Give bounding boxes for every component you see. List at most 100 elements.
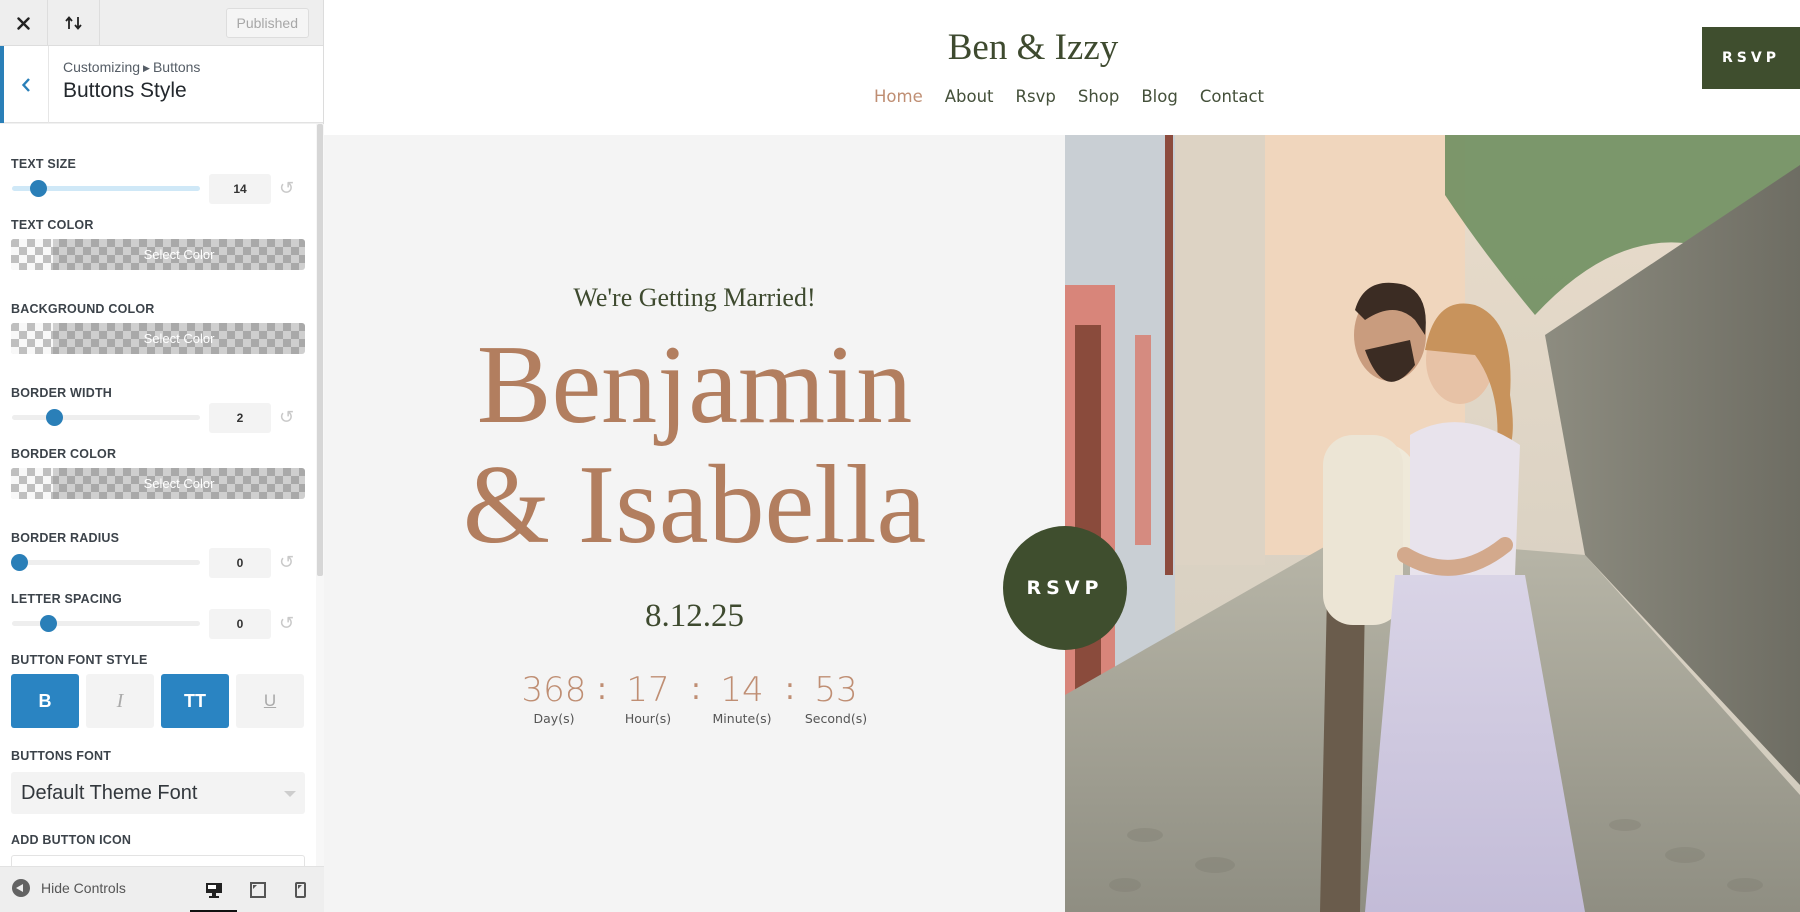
buttons-font-value: Default Theme Font [21,782,198,804]
letter-spacing-label: Letter Spacing [11,592,122,606]
customizer-footer: Hide Controls [0,866,324,912]
font-style-buttons: B I TT U [11,674,306,728]
border-radius-control: Border Radius 0 ↺ [11,531,306,578]
caret-right-icon: ▶ [143,63,150,73]
published-button[interactable]: Published [225,8,309,38]
nav-blog[interactable]: Blog [1141,87,1177,106]
border-width-slider-handle[interactable] [46,409,63,426]
text-size-control: Text Size 14 ↺ [11,157,306,204]
collapse-arrow-icon [12,879,30,897]
countdown-minutes-label: Minute(s) [712,711,772,726]
text-color-label: Text Color [11,218,94,232]
chevron-down-icon [284,791,296,797]
nav-rsvp[interactable]: Rsvp [1016,87,1056,106]
border-width-input[interactable]: 2 [209,403,271,433]
border-radius-input[interactable]: 0 [209,548,271,578]
header-rsvp-button[interactable]: RSVP [1702,27,1800,89]
device-tablet-button[interactable] [238,875,278,905]
text-color-select-button[interactable]: Select Color [11,239,305,270]
nav-home[interactable]: Home [874,87,923,106]
add-button-icon-control: Add Button Icon [11,833,306,868]
breadcrumb-root: Customizing [63,59,141,75]
countdown-seconds: 53 Second(s) [789,670,883,726]
uppercase-toggle[interactable]: TT [161,674,229,728]
hero-photo [1065,135,1800,912]
countdown-hours-label: Hour(s) [624,711,672,726]
border-radius-track[interactable] [12,560,200,565]
border-width-track[interactable] [12,415,200,420]
background-color-label: Background Color [11,302,155,316]
letter-spacing-input[interactable]: 0 [209,609,271,639]
wedding-date: 8.12.25 [645,598,744,634]
hero-text-panel: We're Getting Married! Benjamin & Isabel… [324,135,1065,912]
site-title[interactable]: Ben & Izzy [324,26,1742,69]
select-color-text: Select Color [143,247,215,262]
border-radius-slider-handle[interactable] [11,554,28,571]
border-radius-slider-row: 0 ↺ [11,548,306,578]
customizer-topbar: Published [0,0,323,46]
hide-controls-button[interactable]: Hide Controls [12,879,126,897]
section-titles: Customizing ▶ Buttons Buttons Style [49,46,200,122]
chevron-left-icon [21,77,30,92]
countdown-days: 368 Day(s) : [507,670,607,726]
hero-name-line-1: Benjamin [476,323,913,447]
nav-shop[interactable]: Shop [1078,87,1120,106]
letter-spacing-slider-handle[interactable] [40,615,57,632]
breadcrumb-parent: Buttons [152,59,201,75]
buttons-font-select[interactable]: Default Theme Font [11,772,305,814]
customizer-sidebar: Published Customizing ▶ Buttons Buttons St… [0,0,324,912]
controls-panel: Text Size 14 ↺ Text Color Select Color B… [0,124,316,868]
countdown-minutes-value: 14 [720,670,764,710]
font-style-control: Button Font Style B I TT U [11,653,306,728]
hero-tagline: We're Getting Married! [573,283,816,312]
border-width-reset-icon[interactable]: ↺ [279,407,294,428]
countdown-days-label: Day(s) [533,711,575,726]
nav-about[interactable]: About [945,87,994,106]
back-button[interactable] [0,46,49,123]
customizer-app: Published Customizing ▶ Buttons Buttons St… [0,0,1800,912]
scrollbar-thumb[interactable] [317,124,323,576]
letter-spacing-reset-icon[interactable]: ↺ [279,613,294,634]
text-size-input[interactable]: 14 [209,174,271,204]
text-size-label: Text Size [11,157,77,171]
text-color-control: Text Color Select Color [11,218,306,270]
site-header: Ben & Izzy Home About Rsvp Shop Blog Con… [324,0,1800,135]
device-mobile-button[interactable] [280,875,320,905]
hero-rsvp-circle-button[interactable]: RSVP [1003,526,1127,650]
add-button-icon-label: Add Button Icon [11,833,132,847]
letter-spacing-slider-row: 0 ↺ [11,609,306,639]
border-color-select-button[interactable]: Select Color [11,468,305,499]
close-button[interactable] [0,0,48,46]
site-preview: Ben & Izzy Home About Rsvp Shop Blog Con… [324,0,1800,912]
close-icon [17,16,30,30]
countdown-timer: 368 Day(s) : 17 Hour(s) : 14 Minute(s) :… [507,670,883,726]
breadcrumb: Customizing ▶ Buttons [63,59,200,75]
background-color-select-button[interactable]: Select Color [11,323,305,354]
countdown-seconds-label: Second(s) [804,711,868,726]
device-desktop-button[interactable] [190,875,237,912]
select-color-text: Select Color [143,331,215,346]
hide-controls-label: Hide Controls [41,880,126,896]
mobile-icon [294,882,306,898]
border-radius-label: Border Radius [11,531,120,545]
border-width-slider-row: 2 ↺ [11,403,306,433]
border-width-label: Border Width [11,386,113,400]
border-radius-reset-icon[interactable]: ↺ [279,552,294,573]
arrows-up-down-icon [64,16,82,30]
countdown-hours-value: 17 [626,670,670,710]
sidebar-scrollbar[interactable] [316,124,324,868]
nav-contact[interactable]: Contact [1200,87,1264,106]
text-size-reset-icon[interactable]: ↺ [279,178,294,199]
reorder-button[interactable] [48,0,100,46]
underline-toggle[interactable]: U [236,674,304,728]
text-size-slider-handle[interactable] [30,180,47,197]
text-size-slider-row: 14 ↺ [11,174,306,204]
main-nav: Home About Rsvp Shop Blog Contact [874,87,1286,106]
bold-toggle[interactable]: B [11,674,79,728]
italic-toggle[interactable]: I [86,674,154,728]
font-style-label: Button Font Style [11,653,148,667]
border-color-label: Border Color [11,447,117,461]
countdown-seconds-value: 53 [814,670,858,710]
buttons-font-label: Buttons Font [11,749,112,763]
